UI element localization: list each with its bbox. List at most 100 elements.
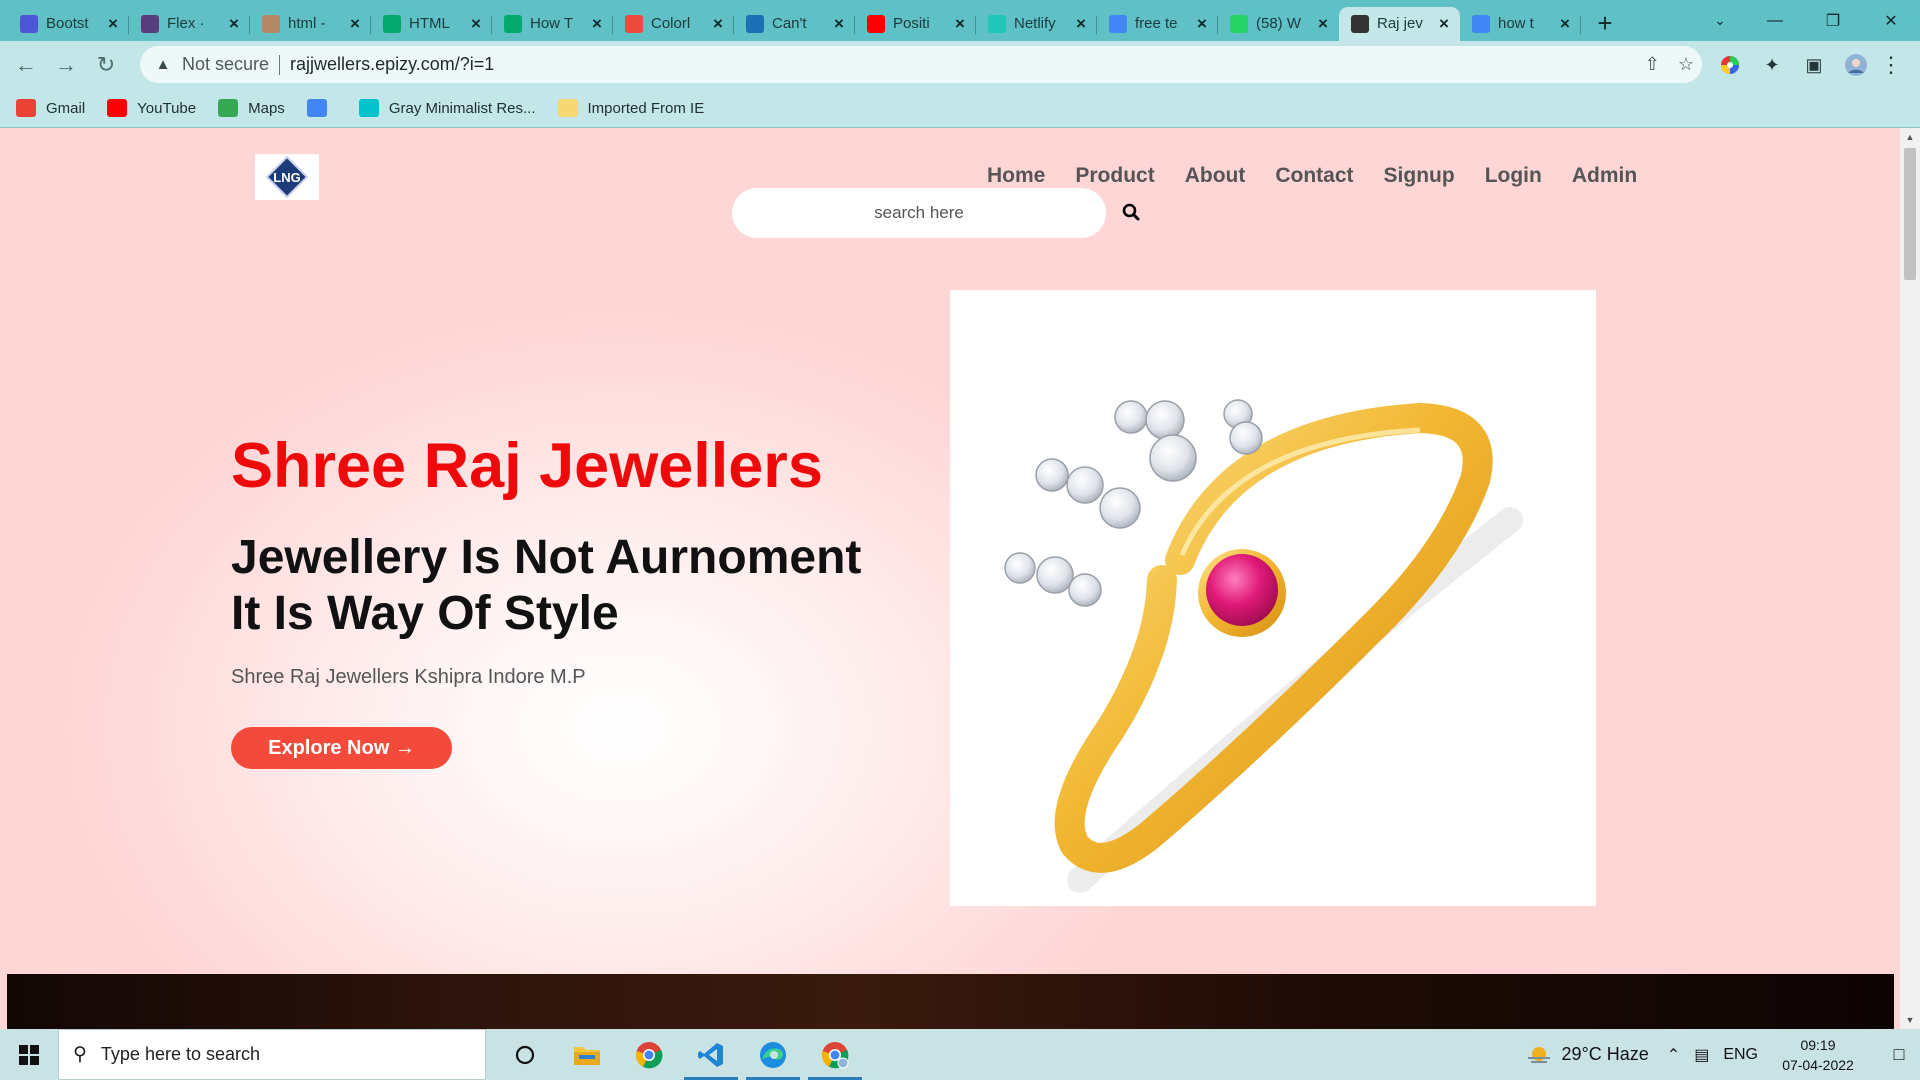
nav-signup[interactable]: Signup	[1384, 164, 1455, 188]
tab-close-icon[interactable]: ×	[1315, 15, 1331, 32]
tray-icons: ⌃ ▤ ENG	[1667, 1045, 1758, 1065]
bookmark-label: Gray Minimalist Res...	[388, 99, 536, 117]
bookmark-star-icon[interactable]: ☆	[1678, 54, 1694, 75]
windows-start-icon[interactable]	[0, 1029, 58, 1080]
vscode-icon[interactable]	[680, 1029, 742, 1080]
hero-subtitle: Jewellery Is Not Aurnoment It Is Way Of …	[231, 530, 931, 642]
tab-title: Flex ·	[167, 15, 205, 32]
new-tab-button[interactable]: +	[1587, 7, 1623, 41]
taskbar-search-box[interactable]: ⚲ Type here to search	[58, 1029, 486, 1080]
google-icon	[1109, 14, 1127, 33]
search-icon[interactable]	[1118, 199, 1144, 225]
chrome-active-window-icon[interactable]	[804, 1029, 866, 1080]
tab-title: (58) W	[1256, 15, 1301, 32]
share-icon[interactable]: ⇧	[1645, 54, 1660, 75]
bookmark-item[interactable]	[306, 99, 337, 117]
tab-close-icon[interactable]: ×	[952, 15, 968, 32]
nav-admin[interactable]: Admin	[1572, 164, 1637, 188]
language-indicator[interactable]: ENG	[1723, 1046, 1758, 1064]
tab-title: Netlify	[1014, 15, 1056, 32]
bookmark-item[interactable]: YouTube	[107, 99, 196, 117]
bookmark-item[interactable]: Imported From IE	[557, 99, 704, 117]
browser-tab[interactable]: Raj jev ×	[1339, 6, 1460, 41]
restore-button[interactable]: ❐	[1804, 0, 1862, 41]
bookmark-item[interactable]: Maps	[218, 99, 285, 117]
clock[interactable]: 09:19 07-04-2022	[1776, 1035, 1860, 1075]
browser-tab[interactable]: free te ×	[1097, 7, 1218, 41]
tab-close-icon[interactable]: ×	[347, 15, 363, 32]
browser-tab[interactable]: Colorl ×	[613, 7, 734, 41]
folder-icon	[557, 99, 578, 117]
show-hidden-icons-chevron-icon[interactable]: ⌃	[1667, 1045, 1680, 1065]
taskbar-search-placeholder: Type here to search	[100, 1044, 261, 1064]
chrome-taskbar-icon[interactable]	[618, 1029, 680, 1080]
close-window-button[interactable]: ✕	[1862, 0, 1920, 41]
nav-about[interactable]: About	[1185, 164, 1246, 188]
tab-close-icon[interactable]: ×	[1436, 15, 1452, 32]
browser-tab[interactable]: Netlify ×	[976, 7, 1097, 41]
browser-tab[interactable]: Can't ×	[734, 7, 855, 41]
browser-tab[interactable]: Flex · ×	[129, 7, 250, 41]
tab-close-icon[interactable]: ×	[468, 15, 484, 32]
youtube-icon	[867, 14, 885, 33]
nav-home[interactable]: Home	[987, 164, 1045, 188]
tab-close-icon[interactable]: ×	[105, 15, 121, 32]
youtube-icon	[107, 99, 128, 117]
page-scrollbar[interactable]: ▲ ▼	[1900, 128, 1920, 1029]
bookmark-item[interactable]: Gmail	[16, 99, 85, 117]
nav-product[interactable]: Product	[1075, 164, 1154, 188]
back-button[interactable]: ←	[6, 45, 46, 85]
tab-close-icon[interactable]: ×	[710, 15, 726, 32]
browser-tab[interactable]: how t ×	[1460, 7, 1581, 41]
site-search-box	[732, 188, 1106, 238]
browser-tab[interactable]: How T ×	[492, 7, 613, 41]
site-search-input[interactable]	[732, 203, 1106, 223]
scroll-up-arrow-icon[interactable]: ▲	[1900, 128, 1920, 146]
tab-search-chevron-icon[interactable]: ⌄	[1700, 0, 1740, 41]
security-label[interactable]: Not secure	[182, 54, 269, 75]
tab-close-icon[interactable]: ×	[1557, 15, 1573, 32]
explore-now-button[interactable]: Explore Now →	[231, 727, 452, 769]
tab-close-icon[interactable]: ×	[1073, 15, 1089, 32]
address-bar[interactable]: ▲ Not secure rajjwellers.epizy.com/?i=1 …	[140, 46, 1702, 83]
w3schools-icon	[383, 14, 401, 33]
profile-avatar[interactable]	[1841, 50, 1871, 80]
tab-close-icon[interactable]: ×	[1194, 15, 1210, 32]
notifications-icon[interactable]: □	[1878, 1029, 1920, 1080]
tab-close-icon[interactable]: ×	[589, 15, 605, 32]
site-logo[interactable]: LNG	[255, 154, 319, 200]
warning-triangle-icon[interactable]: ▲	[154, 56, 172, 74]
reload-button[interactable]: ↻	[86, 45, 126, 85]
browser-menu-icon[interactable]: ⋮	[1876, 41, 1906, 89]
weather-widget[interactable]: 29°C Haze	[1526, 1044, 1649, 1065]
browser-tab[interactable]: HTML ×	[371, 7, 492, 41]
nav-login[interactable]: Login	[1485, 164, 1542, 188]
tab-close-icon[interactable]: ×	[226, 15, 242, 32]
omnibox-divider	[279, 54, 281, 75]
edge-icon[interactable]	[742, 1029, 804, 1080]
network-icon[interactable]: ▤	[1694, 1045, 1709, 1065]
next-section-banner	[7, 974, 1894, 1029]
browser-tab[interactable]: (58) W ×	[1218, 7, 1339, 41]
w3schools-icon	[504, 14, 522, 33]
minimize-button[interactable]: —	[1746, 0, 1804, 41]
file-explorer-icon[interactable]	[556, 1029, 618, 1080]
nav-contact[interactable]: Contact	[1275, 164, 1353, 188]
bookmark-label: YouTube	[137, 99, 197, 117]
scroll-thumb[interactable]	[1904, 148, 1916, 280]
browser-tab[interactable]: Bootst ×	[8, 7, 129, 41]
tab-title: how t	[1498, 15, 1534, 32]
forward-button[interactable]: →	[46, 45, 86, 85]
tab-close-icon[interactable]: ×	[831, 15, 847, 32]
side-panel-icon[interactable]: ▣	[1799, 50, 1829, 80]
extensions-puzzle-icon[interactable]: ✦	[1757, 50, 1787, 80]
ring-image	[1004, 399, 1523, 893]
browser-tab[interactable]: Positi ×	[855, 7, 976, 41]
bookmark-item[interactable]: Gray Minimalist Res...	[358, 99, 536, 117]
hero-subtitle-line-2: It Is Way Of Style	[231, 587, 619, 640]
url-text[interactable]: rajjwellers.epizy.com/?i=1	[290, 54, 494, 75]
task-view-icon[interactable]	[494, 1029, 556, 1080]
scroll-down-arrow-icon[interactable]: ▼	[1900, 1011, 1920, 1029]
color-picker-extension-icon[interactable]	[1715, 50, 1745, 80]
browser-tab[interactable]: html - ×	[250, 7, 371, 41]
